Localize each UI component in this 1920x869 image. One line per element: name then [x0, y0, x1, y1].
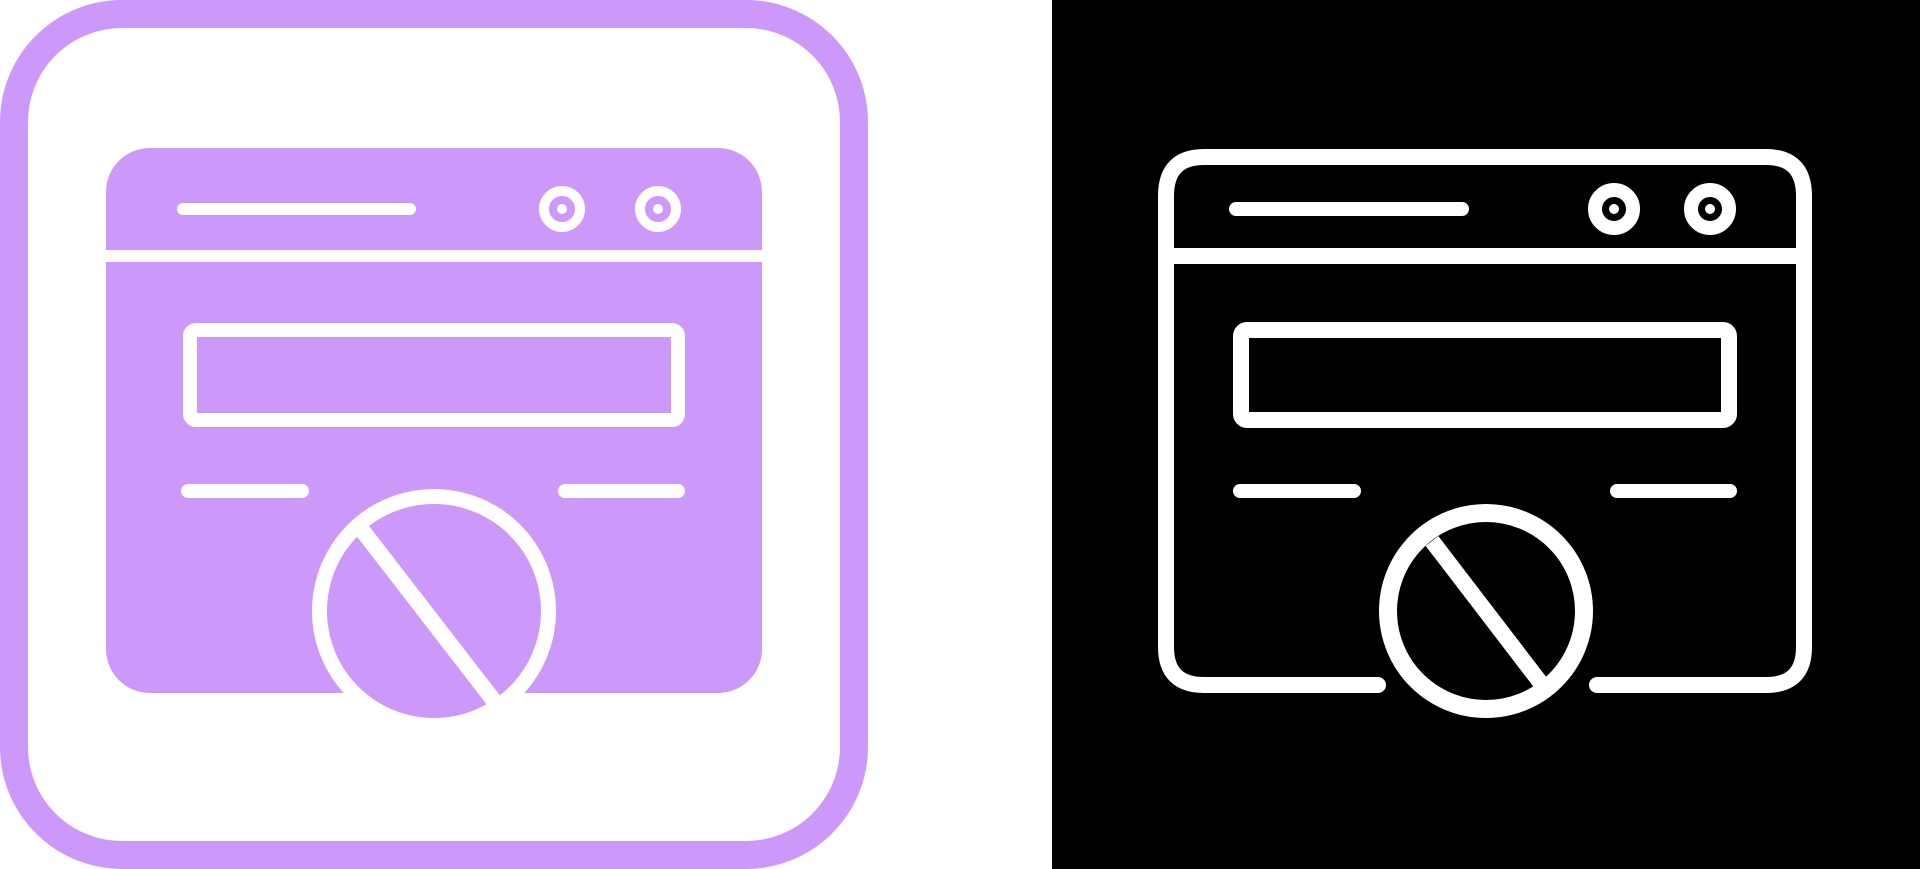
outline-variant-panel	[1052, 0, 1920, 869]
blocked-website-filled-icon	[0, 0, 868, 869]
filled-variant-panel	[0, 0, 1052, 869]
blocked-website-outline-icon	[1158, 149, 1812, 718]
window-dot-center	[1609, 204, 1619, 214]
window-dot-center	[557, 204, 567, 214]
window-dot-center	[1705, 204, 1715, 214]
blocked-sign-icon	[312, 489, 556, 733]
content-banner-box	[1233, 322, 1737, 428]
window-dot-center	[653, 204, 663, 214]
blocked-sign-icon	[1379, 504, 1593, 718]
icon-sheet	[0, 0, 1920, 869]
